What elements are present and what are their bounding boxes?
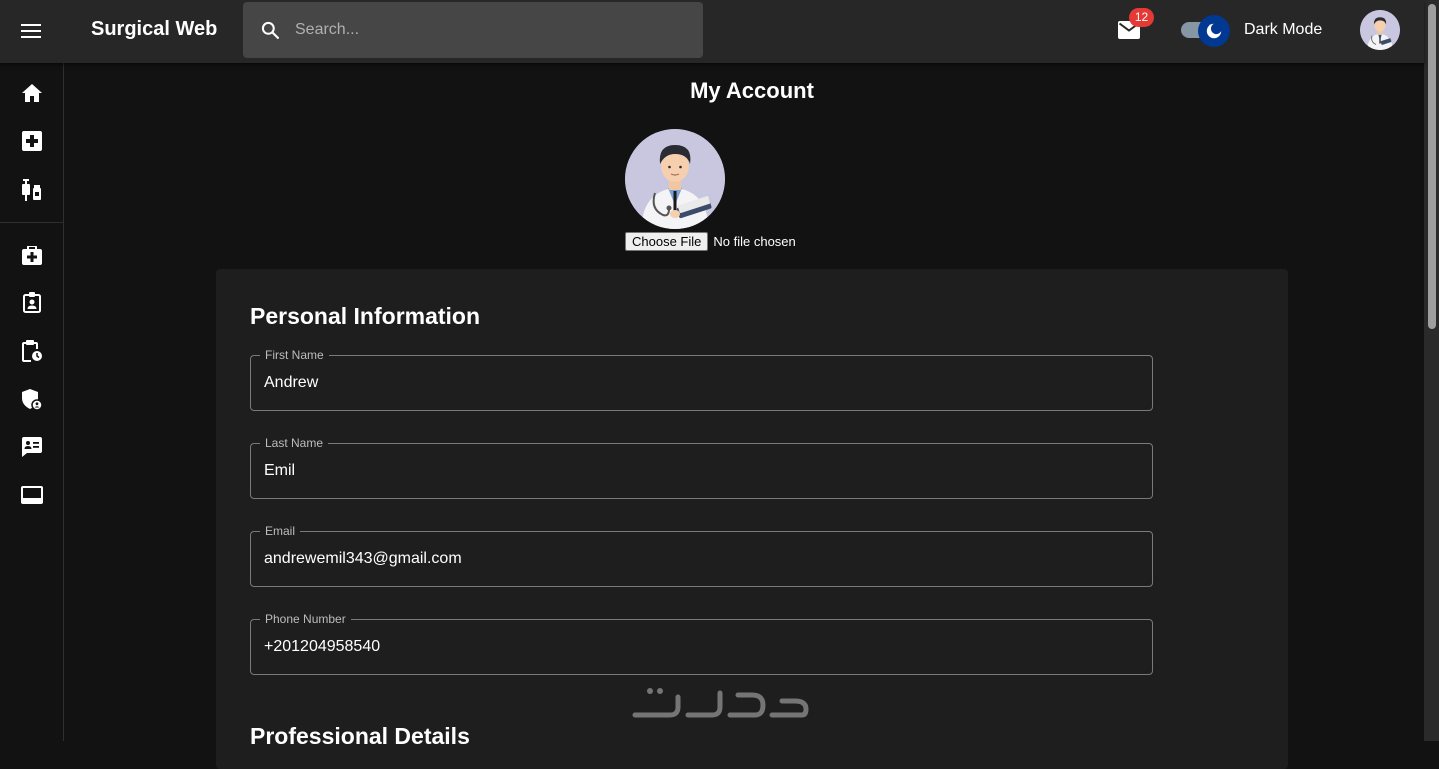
toggle-thumb (1198, 15, 1230, 47)
scrollbar-thumb[interactable] (1428, 4, 1436, 329)
doctor-avatar-icon (625, 129, 725, 229)
sidebar-item-vaccines[interactable] (0, 166, 63, 214)
choose-file-button[interactable]: Choose File (625, 232, 709, 251)
page-scrollbar[interactable] (1424, 0, 1439, 741)
field-value[interactable]: Emil (264, 462, 295, 480)
field-label: Email (260, 524, 301, 538)
last-name-field[interactable]: Last Name Emil (250, 436, 1153, 499)
notification-badge: 12 (1129, 8, 1154, 27)
sidebar-item-medical-plus[interactable] (0, 117, 63, 165)
field-value[interactable]: Andrew (264, 374, 318, 392)
search-box[interactable] (243, 2, 703, 58)
field-value[interactable]: +201204958540 (264, 638, 380, 656)
moon-icon (1206, 23, 1222, 39)
search-input[interactable] (295, 21, 675, 39)
watermark-logo (632, 688, 809, 718)
search-icon (261, 21, 279, 40)
field-label: Last Name (260, 436, 329, 450)
sidebar-item-badge[interactable] (0, 278, 63, 326)
file-upload: Choose File No file chosen (625, 232, 796, 251)
app-bar: Surgical Web 12 Dark Mode (0, 0, 1424, 63)
field-value[interactable]: andrewemil343@gmail.com (264, 550, 462, 568)
first-name-field[interactable]: First Name Andrew (250, 348, 1153, 411)
phone-number-field[interactable]: Phone Number +201204958540 (250, 612, 1153, 675)
section-title-professional: Professional Details (250, 723, 470, 749)
app-title[interactable]: Surgical Web (91, 18, 217, 41)
sidebar (0, 63, 64, 741)
medical-kit-icon (21, 245, 42, 265)
email-field[interactable]: Email andrewemil343@gmail.com (250, 524, 1153, 587)
menu-button[interactable] (12, 12, 50, 50)
sidebar-item-dashboard-bar[interactable] (0, 471, 63, 519)
dashboard-bar-icon (20, 486, 43, 504)
badge-icon (22, 291, 41, 313)
user-avatar[interactable] (1360, 10, 1400, 50)
section-title-personal: Personal Information (250, 303, 481, 329)
medical-plus-icon (21, 131, 42, 151)
page-title: My Account (690, 78, 814, 103)
doctor-avatar-icon (1360, 10, 1400, 50)
dark-mode-toggle[interactable] (1180, 15, 1230, 47)
field-label: First Name (260, 348, 329, 362)
admin-shield-icon (21, 388, 42, 410)
profile-picture (625, 129, 725, 229)
sidebar-divider (0, 222, 63, 223)
field-label: Phone Number (260, 612, 351, 626)
sidebar-item-home[interactable] (0, 69, 63, 117)
menu-icon (21, 24, 41, 38)
contact-mail-icon (21, 437, 42, 457)
sidebar-item-medical-kit[interactable] (0, 231, 63, 279)
sidebar-item-pending-actions[interactable] (0, 327, 63, 375)
pending-actions-icon (21, 340, 42, 362)
dark-mode-label: Dark Mode (1244, 21, 1323, 38)
sidebar-item-admin-shield[interactable] (0, 375, 63, 423)
file-status: No file chosen (713, 234, 796, 249)
sidebar-item-contact-mail[interactable] (0, 423, 63, 471)
vaccines-icon (21, 179, 41, 201)
home-icon (21, 84, 42, 102)
